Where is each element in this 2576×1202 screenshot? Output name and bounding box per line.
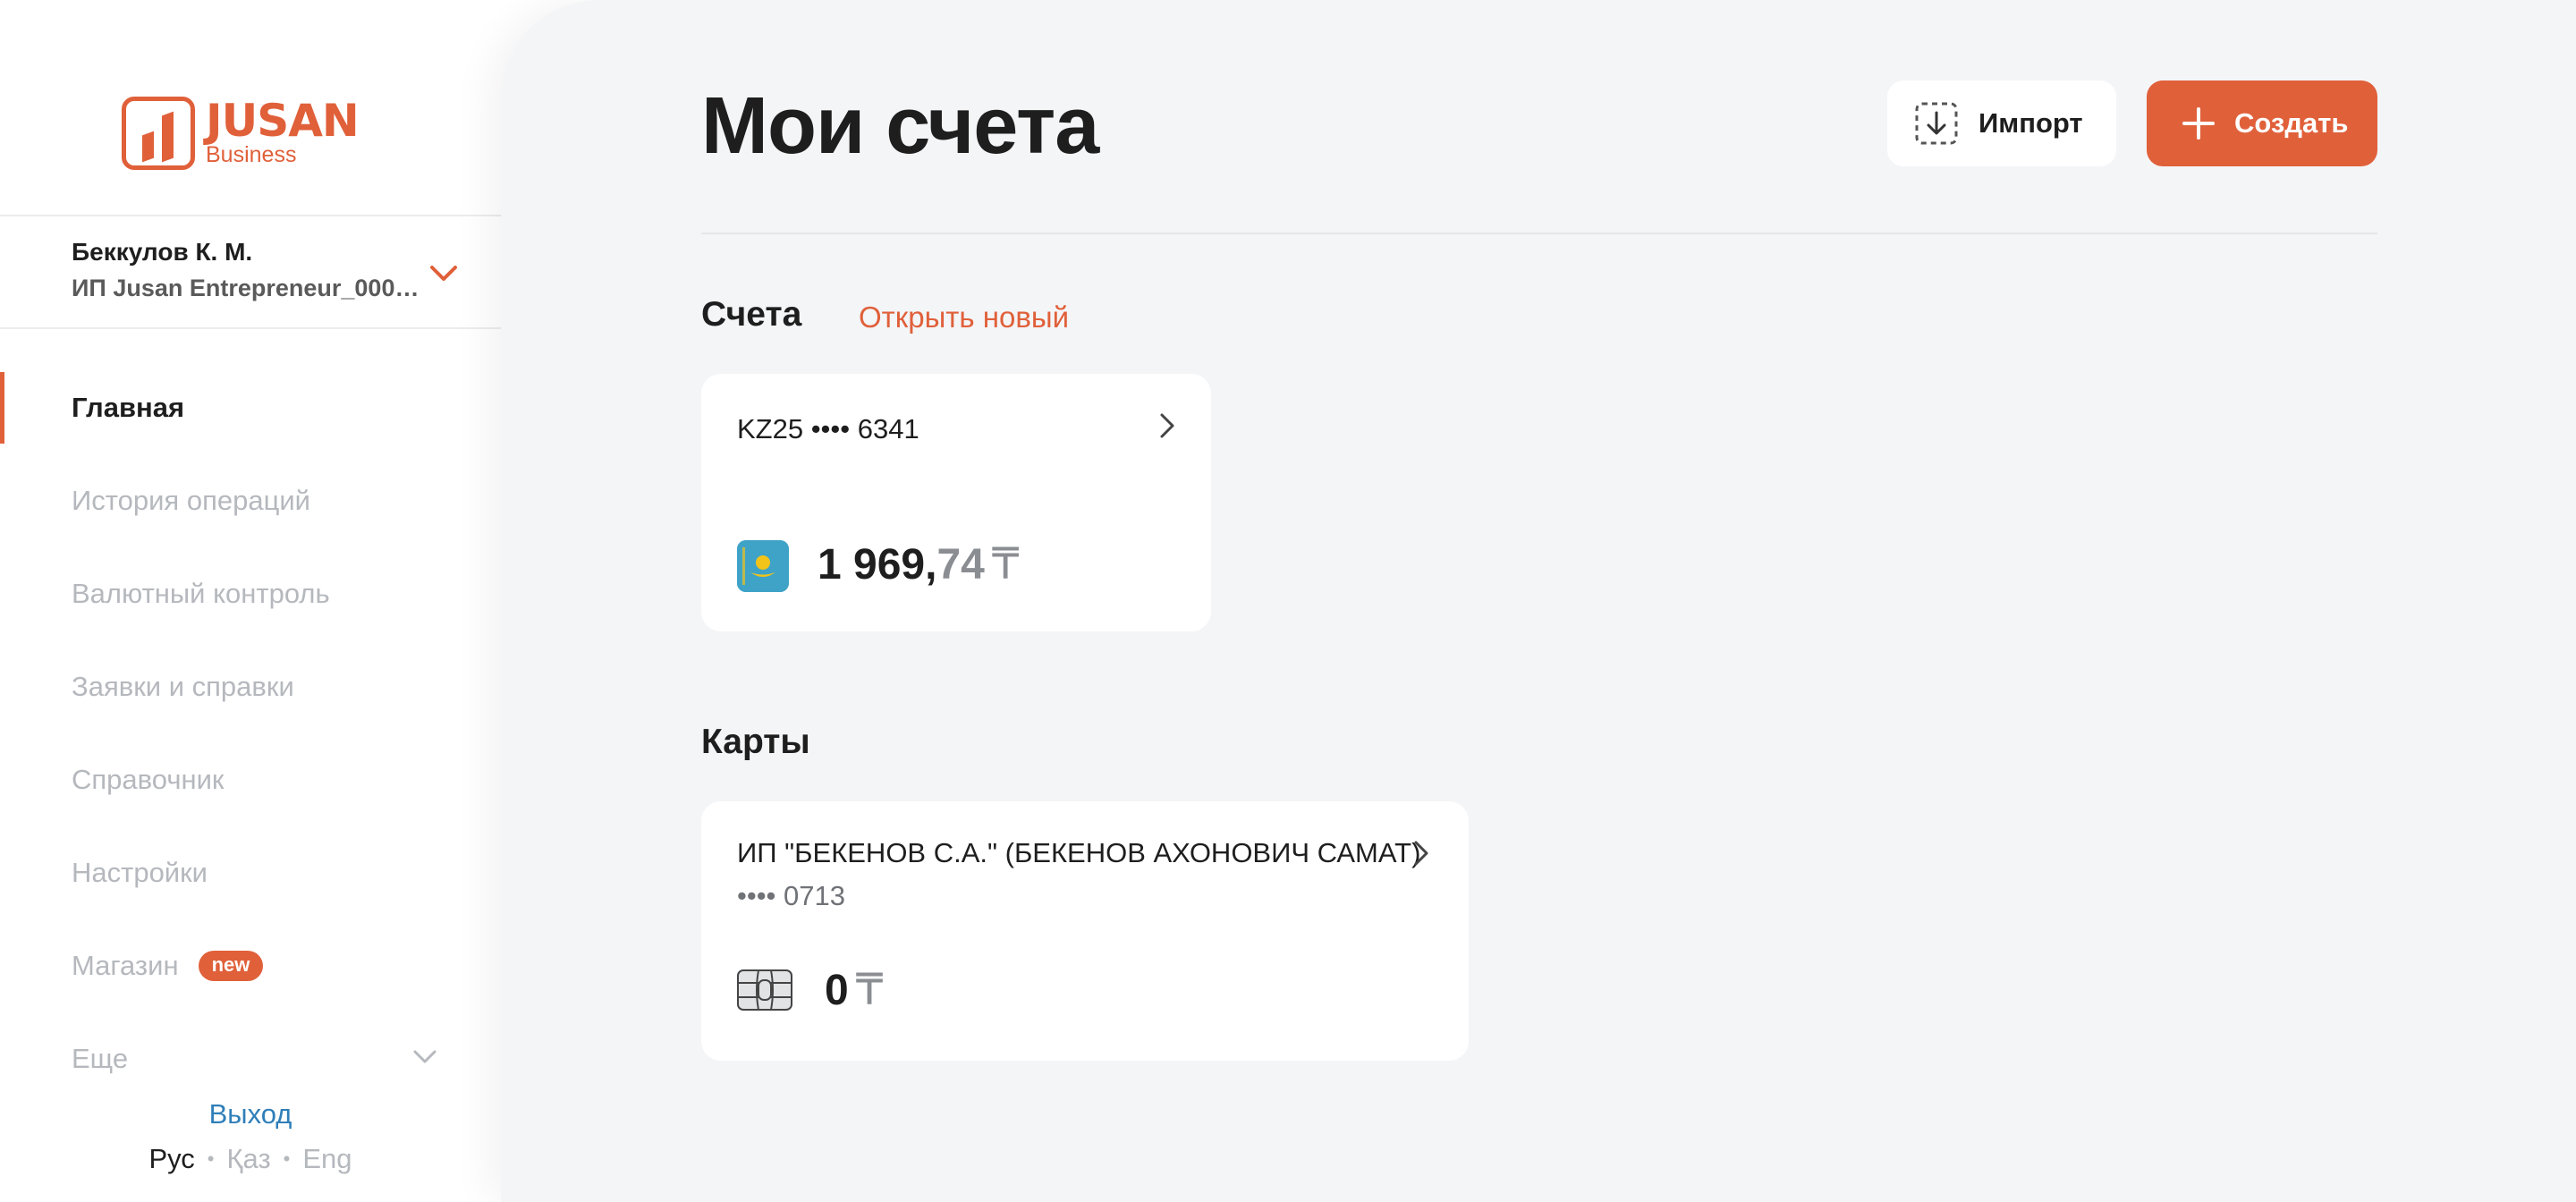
account-card[interactable]: KZ25 •••• 6341 1 969,74 ₸ (701, 374, 1211, 631)
kz-flag-icon (737, 540, 789, 592)
lang-en[interactable]: Eng (302, 1143, 352, 1174)
card-balance: 0 ₸ (825, 962, 883, 1020)
page-title: Мои счета (701, 81, 1099, 171)
sidebar-item-label: Еще (72, 1043, 129, 1074)
currency-symbol: ₸ (991, 541, 1020, 588)
card-chip-icon (737, 969, 792, 1011)
lang-ru[interactable]: Рус (148, 1143, 194, 1174)
sidebar-divider (0, 327, 501, 329)
balance-decimal: 74 (936, 541, 985, 588)
sidebar-item-label: Заявки и справки (72, 671, 294, 702)
cards-section-title: Карты (701, 723, 810, 761)
sidebar-item-label: Магазин (72, 950, 179, 981)
open-new-account-link[interactable]: Открыть новый (859, 300, 1069, 334)
create-button[interactable]: Создать (2147, 80, 2377, 166)
chevron-right-icon (1414, 841, 1428, 866)
language-switcher: Рус • Қаз • Eng (0, 1143, 501, 1175)
logo-title: JUSAN (206, 95, 360, 147)
sidebar-item-settings[interactable]: Настройки (0, 826, 501, 919)
sidebar-item-label: Справочник (72, 764, 225, 795)
sidebar-nav: Главная История операций Валютный контро… (0, 361, 501, 1105)
lang-separator: • (283, 1147, 291, 1170)
accounts-section-title: Счета (701, 295, 802, 334)
jusan-logo-icon (122, 97, 195, 170)
plus-icon (2182, 107, 2215, 140)
sidebar: JUSAN Business Беккулов К. М. ИП Jusan E… (0, 0, 501, 1202)
logout-label: Выход (208, 1098, 292, 1130)
sidebar-item-history[interactable]: История операций (0, 454, 501, 547)
chevron-right-icon (1160, 413, 1174, 438)
user-switcher[interactable]: Беккулов К. М. ИП Jusan Entrepreneur_000… (72, 234, 465, 306)
logout-link[interactable]: Выход (0, 1098, 501, 1130)
import-icon (1915, 102, 1958, 145)
account-balance: 1 969,74 ₸ (818, 537, 1019, 594)
create-button-label: Создать (2234, 107, 2349, 139)
sidebar-item-label: Главная (72, 392, 185, 423)
lang-kz[interactable]: Қаз (227, 1143, 271, 1174)
import-button[interactable]: Импорт (1887, 80, 2116, 166)
card-holder: ИП "БЕКЕНОВ С.А." (БЕКЕНОВ АХОНОВИЧ САМА… (737, 837, 1421, 868)
sidebar-item-requests[interactable]: Заявки и справки (0, 640, 501, 733)
jusan-business-logo[interactable]: JUSAN Business (122, 95, 360, 170)
sidebar-item-label: Валютный контроль (72, 578, 330, 609)
main-content: Мои счета Импорт Создать Счета Открыть н… (501, 0, 2576, 1202)
sidebar-item-directory[interactable]: Справочник (0, 733, 501, 826)
balance-integer: 1 969, (818, 541, 937, 588)
sidebar-divider (0, 215, 501, 216)
chevron-down-icon (413, 1050, 436, 1063)
new-badge: new (198, 951, 264, 981)
user-company: ИП Jusan Entrepreneur_0009... (72, 275, 420, 301)
account-number: KZ25 •••• 6341 (737, 413, 919, 444)
header-divider (701, 233, 2377, 234)
chevron-down-icon[interactable] (428, 263, 460, 284)
sidebar-item-home[interactable]: Главная (0, 361, 501, 454)
sidebar-item-shop[interactable]: Магазин new (0, 919, 501, 1012)
sidebar-item-label: Настройки (72, 857, 208, 888)
lang-separator: • (207, 1147, 215, 1170)
logo-subtitle: Business (206, 142, 297, 167)
sidebar-item-label: История операций (72, 485, 310, 516)
sidebar-item-currency-control[interactable]: Валютный контроль (0, 547, 501, 640)
card-number: •••• 0713 (737, 880, 845, 911)
bank-card[interactable]: ИП "БЕКЕНОВ С.А." (БЕКЕНОВ АХОНОВИЧ САМА… (701, 801, 1469, 1061)
card-balance-value: 0 (825, 967, 849, 1014)
sidebar-item-more[interactable]: Еще (0, 1012, 501, 1105)
currency-symbol: ₸ (855, 967, 884, 1014)
user-name: Беккулов К. М. (72, 238, 253, 266)
import-button-label: Импорт (1979, 107, 2083, 139)
